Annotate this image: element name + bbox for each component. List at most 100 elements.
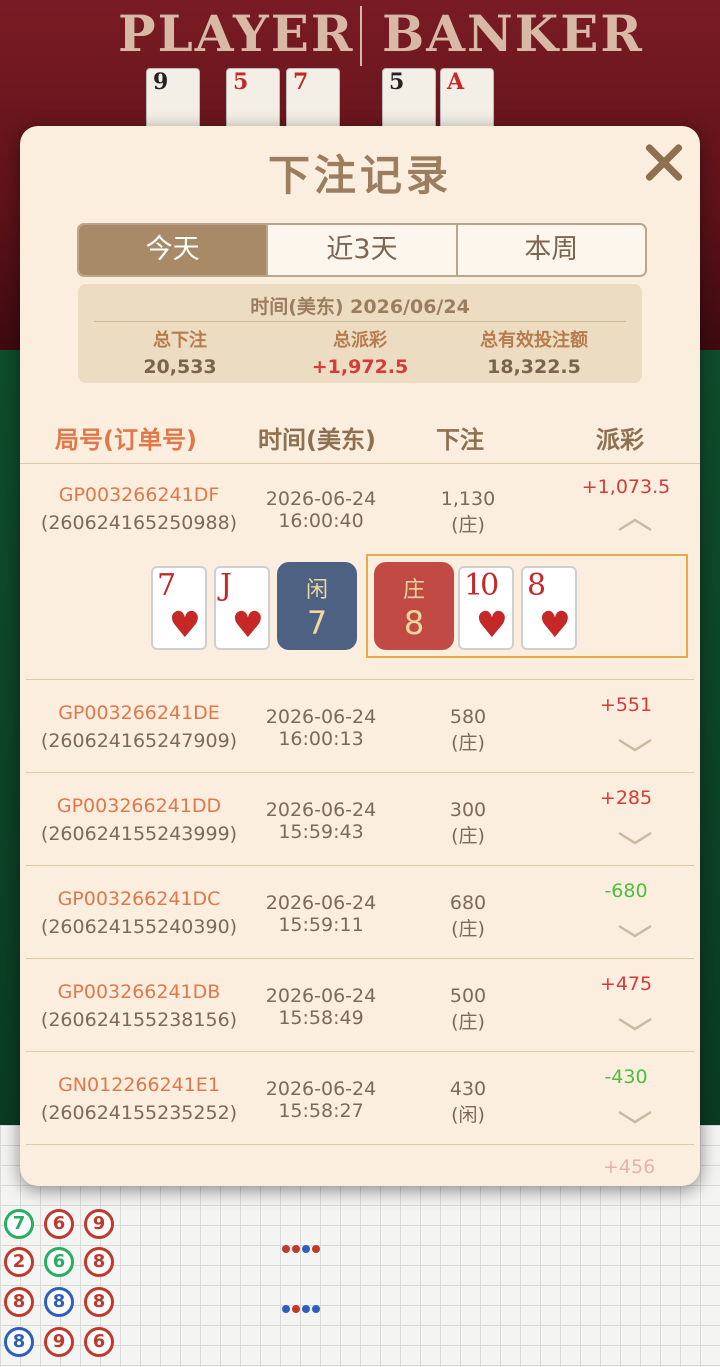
chevron-up-icon[interactable] <box>617 516 653 536</box>
valid-bet-stat: 总有效投注额 18,322.5 <box>440 326 628 378</box>
bet-side: (庄) <box>451 918 485 940</box>
valid-bet-label: 总有效投注额 <box>480 330 588 351</box>
bet-time: 16:00:40 <box>278 510 364 532</box>
order-id: (260624155240390) <box>40 916 238 938</box>
player-card: 7 ♥ <box>151 566 207 650</box>
bet-side: (闲) <box>451 1104 485 1126</box>
total-payout-stat: 总派彩 +1,972.5 <box>266 326 454 378</box>
heart-icon: ♥ <box>538 605 571 646</box>
tab-last-3-days[interactable]: 近3天 <box>268 225 458 275</box>
heart-icon: ♥ <box>475 605 508 646</box>
player-card: J ♥ <box>214 566 270 650</box>
player-total-badge: 闲 7 <box>277 562 357 650</box>
road-dot <box>282 1245 290 1253</box>
order-id: (260624155238156) <box>40 1009 238 1031</box>
payout-value: +551 <box>599 694 653 716</box>
game-id: GP003266241DD <box>56 795 222 817</box>
order-id: (260624155235252) <box>40 1102 238 1124</box>
modal-title: 下注记录 <box>267 151 452 200</box>
total-bet-label: 总下注 <box>153 330 207 351</box>
road-dot <box>292 1245 300 1253</box>
bet-amount: 580 <box>449 706 487 728</box>
payout-value: -680 <box>604 880 648 902</box>
table-row[interactable]: GP003266241DB (260624155238156) 2026-06-… <box>26 959 694 1052</box>
bet-time: 16:00:13 <box>278 728 364 750</box>
table-row[interactable]: GP003266241DC (260624155240390) 2026-06-… <box>26 866 694 959</box>
column-header-payout: 派彩 <box>596 426 644 454</box>
player-badge-label: 闲 <box>305 578 328 603</box>
bet-time: 15:59:43 <box>278 821 364 843</box>
total-bet-value: 20,533 <box>143 356 217 378</box>
chevron-down-icon[interactable] <box>617 831 653 851</box>
total-payout-label: 总派彩 <box>333 330 387 351</box>
road-dot <box>292 1305 300 1313</box>
bet-amount: 500 <box>449 985 487 1007</box>
game-id: GP003266241DE <box>58 702 220 724</box>
banker-card: 8 ♥ <box>521 566 577 650</box>
road-dot <box>302 1305 310 1313</box>
banker-label: BANKER <box>382 4 644 63</box>
bet-time: 15:59:11 <box>278 914 364 936</box>
road-bead: 6 <box>44 1247 74 1277</box>
bet-side: (庄) <box>451 1011 485 1033</box>
card-rank: J <box>220 568 232 603</box>
game-id: GP003266241DB <box>57 981 221 1003</box>
payout-value: +1,073.5 <box>581 476 671 498</box>
road-bead: 9 <box>84 1209 114 1239</box>
road-dot <box>312 1305 320 1313</box>
bet-time: 15:58:27 <box>278 1100 364 1122</box>
chevron-down-icon[interactable] <box>617 924 653 944</box>
date-range-tabs: 今天 近3天 本周 <box>77 223 647 277</box>
column-header-id: 局号(订单号) <box>55 426 197 454</box>
banker-total-badge: 庄 8 <box>374 562 454 650</box>
chevron-down-icon[interactable] <box>617 738 653 758</box>
table-row[interactable]: GP003266241DE (260624165247909) 2026-06-… <box>26 680 694 773</box>
table-divider <box>360 6 362 66</box>
banker-badge-label: 庄 <box>402 578 425 603</box>
road-dot <box>312 1245 320 1253</box>
chevron-down-icon[interactable] <box>617 1017 653 1037</box>
table-row[interactable]: GP003266241DD (260624155243999) 2026-06-… <box>26 773 694 866</box>
bet-date: 2026-06-24 <box>265 488 377 510</box>
game-id: GP003266241DF <box>58 484 220 506</box>
payout-value: -430 <box>604 1066 648 1088</box>
valid-bet-value: 18,322.5 <box>487 356 581 378</box>
table-row[interactable]: GN012266241E1 (260624155235252) 2026-06-… <box>26 1052 694 1145</box>
order-id: (260624165250988) <box>40 512 238 534</box>
chevron-down-icon[interactable] <box>617 1110 653 1130</box>
bet-date: 2026-06-24 <box>265 706 377 728</box>
heart-icon: ♥ <box>168 605 201 646</box>
bet-side: (庄) <box>451 514 485 536</box>
bet-date: 2026-06-24 <box>265 799 377 821</box>
road-dot <box>282 1305 290 1313</box>
road-bead: 8 <box>84 1287 114 1317</box>
bet-history-modal: 下注记录 今天 近3天 本周 时间(美东) 2026/06/24 总下注 20,… <box>20 126 700 1186</box>
player-label: PLAYER <box>118 4 355 63</box>
road-dot <box>302 1245 310 1253</box>
close-icon[interactable] <box>638 136 690 188</box>
payout-value: +285 <box>599 787 653 809</box>
road-bead: 2 <box>4 1247 34 1277</box>
road-bead: 6 <box>44 1209 74 1239</box>
card-rank: 10 <box>464 568 499 603</box>
tab-today[interactable]: 今天 <box>79 225 269 275</box>
bet-amount: 300 <box>449 799 487 821</box>
bet-date: 2026-06-24 <box>265 892 377 914</box>
heart-icon: ♥ <box>231 605 264 646</box>
bet-amount: 1,130 <box>440 488 496 510</box>
banker-card: 10 ♥ <box>458 566 514 650</box>
road-bead: 6 <box>84 1327 114 1357</box>
summary-panel: 时间(美东) 2026/06/24 总下注 20,533 总派彩 +1,972.… <box>78 284 642 383</box>
bet-amount: 430 <box>449 1078 487 1100</box>
order-id: (260624155243999) <box>40 823 238 845</box>
bet-amount: 680 <box>449 892 487 914</box>
road-bead: 8 <box>84 1247 114 1277</box>
road-bead: 8 <box>4 1287 34 1317</box>
tab-this-week[interactable]: 本周 <box>458 225 645 275</box>
game-id: GP003266241DC <box>57 888 221 910</box>
total-bet-stat: 总下注 20,533 <box>86 326 274 378</box>
total-payout-value: +1,972.5 <box>311 356 409 378</box>
road-bead: 8 <box>44 1287 74 1317</box>
player-badge-total: 7 <box>306 604 328 642</box>
column-header-bet: 下注 <box>436 426 484 454</box>
